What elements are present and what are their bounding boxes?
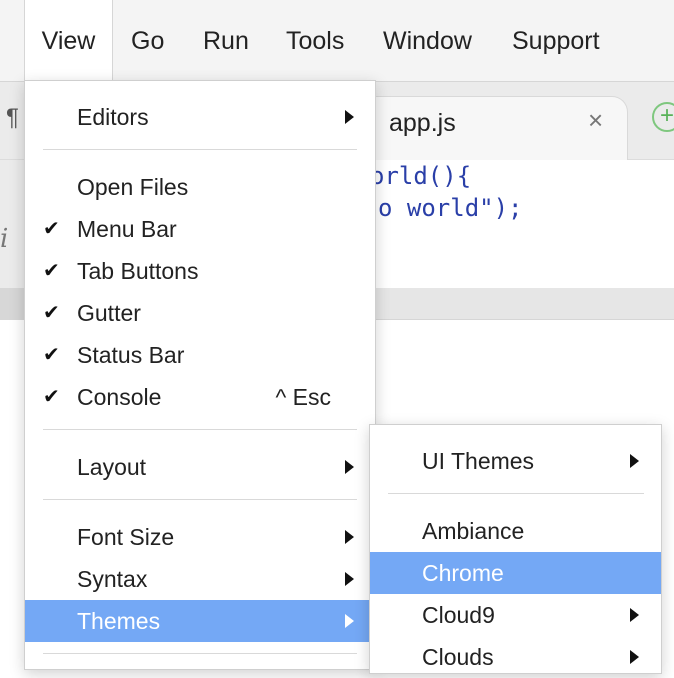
chevron-right-icon: [630, 608, 639, 622]
menu-item-label: Cloud9: [422, 602, 495, 628]
menu-item-editors[interactable]: Editors: [25, 96, 375, 138]
code-line-2: o world");: [378, 194, 523, 222]
menu-go[interactable]: Go: [131, 0, 164, 82]
chevron-right-icon: [345, 110, 354, 124]
menu-item-label: UI Themes: [422, 448, 535, 474]
menu-item-label: Syntax: [77, 566, 148, 592]
menu-file-partial[interactable]: l: [0, 0, 2, 82]
menu-item-label: Font Size: [77, 524, 175, 550]
code-line-2-text: o world");: [378, 194, 523, 222]
menu-item-label: Editors: [77, 104, 149, 130]
menu-item-themes[interactable]: Themes: [25, 600, 375, 642]
chevron-right-icon: [345, 614, 354, 628]
menu-item-gutter[interactable]: ✔ Gutter: [25, 292, 375, 334]
menu-separator: [43, 653, 357, 654]
code-line-1-text: orld(){: [370, 162, 472, 190]
menu-separator: [43, 149, 357, 150]
menu-item-tab-buttons[interactable]: ✔ Tab Buttons: [25, 250, 375, 292]
checkmark-icon: ✔: [43, 344, 60, 366]
menu-item-label: Layout: [77, 454, 147, 480]
checkmark-icon: ✔: [43, 386, 60, 408]
menu-run[interactable]: Run: [203, 0, 249, 82]
menu-bar: l View Go Run Tools Window Support: [0, 0, 674, 83]
menu-item-label: Menu Bar: [77, 216, 177, 242]
chevron-right-icon: [345, 530, 354, 544]
menu-separator: [388, 493, 644, 494]
menu-item-label: Gutter: [77, 300, 141, 326]
chevron-right-icon: [630, 650, 639, 664]
pilcrow-icon[interactable]: ¶: [6, 104, 19, 132]
menu-item-label: Console: [77, 384, 162, 410]
close-icon[interactable]: ×: [588, 105, 603, 136]
themes-submenu: UI Themes Ambiance Chrome Cloud9 Clouds: [369, 424, 662, 674]
menu-item-menu-bar[interactable]: ✔ Menu Bar: [25, 208, 375, 250]
tab-app-js[interactable]: app.js ×: [360, 96, 628, 162]
menu-item-chrome[interactable]: Chrome: [370, 552, 661, 594]
menu-item-open-files[interactable]: Open Files: [25, 166, 375, 208]
menu-item-ui-themes[interactable]: UI Themes: [370, 440, 661, 482]
chevron-right-icon: [345, 572, 354, 586]
menu-window[interactable]: Window: [383, 0, 472, 82]
checkmark-icon: ✔: [43, 302, 60, 324]
menu-item-label: Ambiance: [422, 518, 525, 544]
menu-item-ambiance[interactable]: Ambiance: [370, 510, 661, 552]
menu-view[interactable]: View: [24, 0, 113, 83]
info-icon[interactable]: i: [0, 224, 8, 254]
menu-separator: [43, 499, 357, 500]
view-menu: Editors Open Files ✔ Menu Bar ✔ Tab Butt…: [24, 80, 376, 670]
menu-item-clouds[interactable]: Clouds: [370, 636, 661, 678]
checkmark-icon: ✔: [43, 218, 60, 240]
checkmark-icon: ✔: [43, 260, 60, 282]
menu-item-cloud9[interactable]: Cloud9: [370, 594, 661, 636]
menu-item-label: Status Bar: [77, 342, 185, 368]
menu-item-syntax[interactable]: Syntax: [25, 558, 375, 600]
menu-item-label: Chrome: [422, 560, 504, 586]
menu-support[interactable]: Support: [512, 0, 600, 82]
menu-item-status-bar[interactable]: ✔ Status Bar: [25, 334, 375, 376]
menu-item-label: Open Files: [77, 174, 189, 200]
menu-item-label: Clouds: [422, 644, 494, 670]
menu-item-font-size[interactable]: Font Size: [25, 516, 375, 558]
tab-title: app.js: [389, 109, 456, 137]
menu-item-label: Tab Buttons: [77, 258, 199, 284]
add-tab-icon[interactable]: +: [652, 102, 674, 132]
code-line-1: orld(){: [370, 162, 471, 190]
menu-item-label: Themes: [77, 608, 161, 634]
divider-left-cap: [0, 288, 24, 320]
menu-item-layout[interactable]: Layout: [25, 446, 375, 488]
menu-item-shortcut: ^ Esc: [275, 384, 331, 410]
menu-tools[interactable]: Tools: [286, 0, 344, 82]
menu-separator: [43, 429, 357, 430]
menu-item-console[interactable]: ✔ Console ^ Esc: [25, 376, 375, 418]
chevron-right-icon: [345, 460, 354, 474]
chevron-right-icon: [630, 454, 639, 468]
